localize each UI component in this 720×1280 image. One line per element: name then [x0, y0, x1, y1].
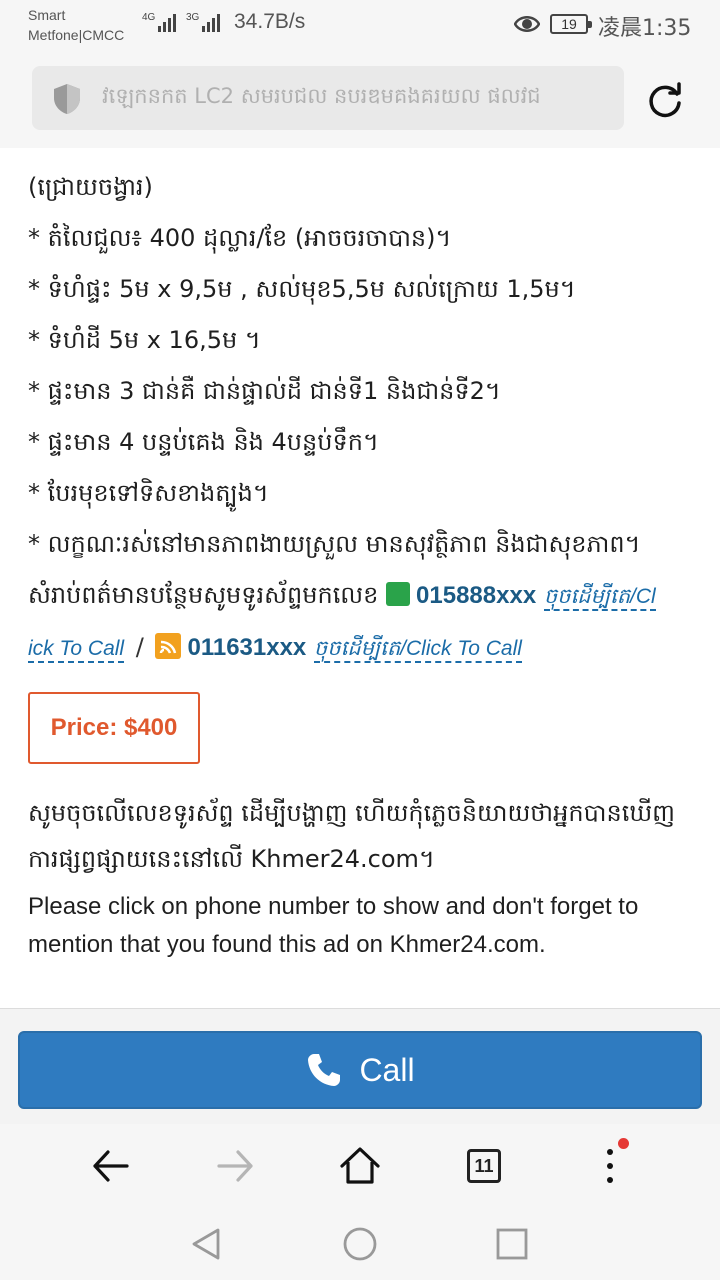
url-field[interactable]: វឡេកនកត LC2 សមរបជល នបរឌមគងគរយល ផលវជ [32, 66, 624, 130]
carrier-info: Smart Metfone|CMCC [28, 5, 124, 45]
url-text: វឡេកនកត LC2 សមរបជល នបរឌមគងគរយល ផលវជ [102, 84, 541, 108]
battery-icon: 19 [550, 14, 592, 34]
signal-bars-icon [202, 14, 220, 32]
click-to-call-link-2[interactable]: ចុចដើម្បីតេ/Click To Call [313, 637, 522, 663]
separator: / [135, 633, 144, 661]
signal-bars-icon [158, 14, 176, 32]
click-to-call-link-1[interactable]: ចុចដើម្បីតេ/Cl [543, 585, 656, 611]
nav-recents-icon[interactable] [494, 1226, 530, 1262]
detail-line: * ផ្ទះមាន 4 បន្ទប់គេង និង 4បន្ទប់ទឹក។ [28, 428, 379, 456]
price-text: Price: $400 [50, 714, 178, 741]
tabs-button[interactable]: 11 [462, 1144, 506, 1188]
browser-toolbar: 11 [0, 1124, 720, 1210]
clock: 凌晨1:35 [598, 16, 692, 41]
menu-button[interactable] [588, 1138, 632, 1188]
home-button[interactable] [338, 1144, 382, 1188]
forward-button[interactable] [213, 1144, 257, 1188]
call-bar: Call [0, 1008, 720, 1124]
address-bar: វឡេកនកត LC2 សមរបជល នបរឌមគងគរយល ផលវជ [0, 50, 720, 148]
home-icon [340, 1147, 380, 1184]
call-button-label: Call [359, 1051, 415, 1088]
nav-home-icon[interactable] [342, 1226, 378, 1262]
detail-line: * ទំហំផ្ទះ 5ម x 9,5ម , សល់មុខ5,5ម សល់ក្រ… [28, 275, 576, 303]
contact-section: សំរាប់ពត៌មានបន្ថែមសូមទូរស័ព្ទមកលេខ 01588… [28, 570, 700, 674]
call-button[interactable]: Call [18, 1031, 702, 1109]
wifi-operator-icon [155, 633, 182, 659]
detail-line: * លក្ខណៈរស់នៅមានភាពងាយស្រួល មានសុវត្ថិភា… [28, 530, 641, 558]
nav-back-icon[interactable] [188, 1226, 224, 1262]
notice-english: Please click on phone number to show and… [28, 893, 639, 958]
detail-line: (ជ្រោយចង្វារ) [28, 173, 153, 201]
reload-icon[interactable] [646, 81, 684, 119]
contact-intro: សំរាប់ពត៌មានបន្ថែមសូមទូរស័ព្ទមកលេខ [28, 581, 379, 609]
notice-khmer: សូមចុចលើលេខទូរស័ព្ទ ដើម្បីបង្ហាញ ហើយកុំភ… [28, 799, 676, 873]
system-nav-bar [0, 1210, 720, 1280]
click-to-call-link-1-cont[interactable]: ick To Call [28, 637, 125, 663]
detail-line: * បែរមុខទៅទិសខាងត្បូង។ [28, 479, 269, 507]
network-speed: 34.7B/s [234, 10, 306, 33]
status-bar: Smart Metfone|CMCC 4G 3G 34.7B/s 19 凌晨1:… [0, 0, 720, 50]
more-vert-icon [607, 1149, 613, 1183]
carrier-line-1: Smart [28, 7, 66, 23]
signal-4g-label: 4G [142, 12, 156, 23]
eye-icon [514, 16, 540, 32]
phone-number-2[interactable]: 011631xxx [187, 634, 306, 661]
tabs-icon: 11 [467, 1149, 501, 1183]
listing-details: (ជ្រោយចង្វារ) * តំលៃជួល៖ 400 ដុល្លារ/ខែ … [28, 148, 700, 674]
detail-line: * ផ្ទះមាន 3 ជាន់គឺ ជាន់ផ្ទាល់ដី ជាន់ទី1 … [28, 377, 501, 405]
notification-dot [618, 1138, 629, 1149]
smart-operator-icon [386, 582, 411, 640]
detail-line: * ទំហំដី 5ម x 16,5ម ។ [28, 326, 261, 354]
detail-line: * តំលៃជួល៖ 400 ដុល្លារ/ខែ (អាចចរចាបាន)។ [28, 224, 452, 252]
phone-icon [308, 1054, 341, 1086]
back-button[interactable] [89, 1144, 133, 1188]
phone-number-1[interactable]: 015888xxx [416, 582, 536, 609]
carrier-line-2: Metfone|CMCC [28, 27, 125, 43]
price-badge: Price: $400 [28, 692, 200, 764]
shield-icon [54, 84, 80, 114]
back-arrow-icon [93, 1150, 129, 1182]
battery-level: 19 [561, 16, 577, 32]
forward-arrow-icon [217, 1150, 253, 1182]
tab-count: 11 [474, 1155, 494, 1176]
signal-3g-label: 3G [186, 12, 200, 23]
